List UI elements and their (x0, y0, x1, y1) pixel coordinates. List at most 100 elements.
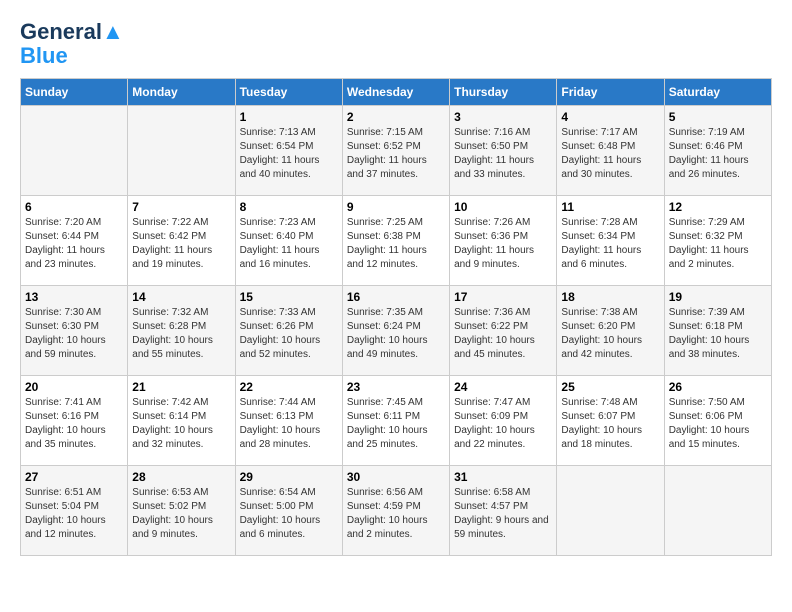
calendar-cell (128, 106, 235, 196)
calendar-week-4: 20 Sunrise: 7:41 AM Sunset: 6:16 PM Dayli… (21, 376, 772, 466)
day-info: Sunrise: 7:48 AM Sunset: 6:07 PM Dayligh… (561, 396, 659, 452)
day-info: Sunrise: 7:22 AM Sunset: 6:42 PM Dayligh… (132, 216, 230, 272)
day-number: 26 (669, 380, 767, 394)
day-number: 21 (132, 380, 230, 394)
calendar-cell: 1 Sunrise: 7:13 AM Sunset: 6:54 PM Daylig… (235, 106, 342, 196)
day-header-monday: Monday (128, 79, 235, 106)
day-number: 11 (561, 200, 659, 214)
day-number: 6 (25, 200, 123, 214)
day-header-tuesday: Tuesday (235, 79, 342, 106)
day-info: Sunrise: 7:26 AM Sunset: 6:36 PM Dayligh… (454, 216, 552, 272)
calendar-cell: 26 Sunrise: 7:50 AM Sunset: 6:06 PM Dayli… (664, 376, 771, 466)
day-number: 30 (347, 470, 445, 484)
calendar-cell: 16Sunrise: 7:35 AM Sunset: 6:24 PM Dayli… (342, 286, 449, 376)
day-number: 20 (25, 380, 123, 394)
day-info: Sunrise: 7:50 AM Sunset: 6:06 PM Dayligh… (669, 396, 767, 452)
calendar-cell: 30 Sunrise: 6:56 AM Sunset: 4:59 PM Dayli… (342, 466, 449, 556)
day-number: 1 (240, 110, 338, 124)
day-header-sunday: Sunday (21, 79, 128, 106)
day-number: 13 (25, 290, 123, 304)
calendar-cell (664, 466, 771, 556)
calendar-cell: 15Sunrise: 7:33 AM Sunset: 6:26 PM Dayli… (235, 286, 342, 376)
day-header-wednesday: Wednesday (342, 79, 449, 106)
calendar-cell: 22Sunrise: 7:44 AM Sunset: 6:13 PM Dayli… (235, 376, 342, 466)
calendar-cell: 7Sunrise: 7:22 AM Sunset: 6:42 PM Daylig… (128, 196, 235, 286)
day-number: 10 (454, 200, 552, 214)
day-info: Sunrise: 6:53 AM Sunset: 5:02 PM Dayligh… (132, 486, 230, 542)
logo-blue: Blue (20, 44, 68, 68)
day-info: Sunrise: 7:44 AM Sunset: 6:13 PM Dayligh… (240, 396, 338, 452)
calendar-cell: 10 Sunrise: 7:26 AM Sunset: 6:36 PM Dayli… (450, 196, 557, 286)
calendar-cell: 12Sunrise: 7:29 AM Sunset: 6:32 PM Dayli… (664, 196, 771, 286)
day-number: 16 (347, 290, 445, 304)
day-info: Sunrise: 7:29 AM Sunset: 6:32 PM Dayligh… (669, 216, 767, 272)
day-info: Sunrise: 7:28 AM Sunset: 6:34 PM Dayligh… (561, 216, 659, 272)
day-info: Sunrise: 7:47 AM Sunset: 6:09 PM Dayligh… (454, 396, 552, 452)
calendar-cell: 6 Sunrise: 7:20 AM Sunset: 6:44 PM Daylig… (21, 196, 128, 286)
calendar-cell: 25 Sunrise: 7:48 AM Sunset: 6:07 PM Dayli… (557, 376, 664, 466)
day-info: Sunrise: 7:39 AM Sunset: 6:18 PM Dayligh… (669, 306, 767, 362)
day-number: 2 (347, 110, 445, 124)
calendar-cell (557, 466, 664, 556)
day-number: 23 (347, 380, 445, 394)
day-info: Sunrise: 7:23 AM Sunset: 6:40 PM Dayligh… (240, 216, 338, 272)
day-info: Sunrise: 6:58 AM Sunset: 4:57 PM Dayligh… (454, 486, 552, 542)
day-number: 14 (132, 290, 230, 304)
day-header-saturday: Saturday (664, 79, 771, 106)
day-info: Sunrise: 7:42 AM Sunset: 6:14 PM Dayligh… (132, 396, 230, 452)
calendar-cell: 19Sunrise: 7:39 AM Sunset: 6:18 PM Dayli… (664, 286, 771, 376)
day-number: 18 (561, 290, 659, 304)
calendar-cell: 11 Sunrise: 7:28 AM Sunset: 6:34 PM Dayli… (557, 196, 664, 286)
page-header: General▲ Blue (20, 20, 772, 68)
day-info: Sunrise: 7:30 AM Sunset: 6:30 PM Dayligh… (25, 306, 123, 362)
calendar-cell: 20 Sunrise: 7:41 AM Sunset: 6:16 PM Dayli… (21, 376, 128, 466)
calendar-table: SundayMondayTuesdayWednesdayThursdayFrid… (20, 78, 772, 556)
calendar-header-row: SundayMondayTuesdayWednesdayThursdayFrid… (21, 79, 772, 106)
day-number: 15 (240, 290, 338, 304)
day-number: 24 (454, 380, 552, 394)
day-number: 3 (454, 110, 552, 124)
calendar-cell: 29 Sunrise: 6:54 AM Sunset: 5:00 PM Dayli… (235, 466, 342, 556)
day-info: Sunrise: 7:19 AM Sunset: 6:46 PM Dayligh… (669, 126, 767, 182)
day-info: Sunrise: 6:51 AM Sunset: 5:04 PM Dayligh… (25, 486, 123, 542)
day-number: 8 (240, 200, 338, 214)
day-number: 25 (561, 380, 659, 394)
day-info: Sunrise: 7:13 AM Sunset: 6:54 PM Dayligh… (240, 126, 338, 182)
calendar-cell: 13 Sunrise: 7:30 AM Sunset: 6:30 PM Dayli… (21, 286, 128, 376)
day-number: 4 (561, 110, 659, 124)
calendar-cell: 2 Sunrise: 7:15 AM Sunset: 6:52 PM Daylig… (342, 106, 449, 196)
day-header-friday: Friday (557, 79, 664, 106)
calendar-week-3: 13 Sunrise: 7:30 AM Sunset: 6:30 PM Dayli… (21, 286, 772, 376)
day-number: 31 (454, 470, 552, 484)
calendar-cell: 5Sunrise: 7:19 AM Sunset: 6:46 PM Daylig… (664, 106, 771, 196)
day-info: Sunrise: 7:16 AM Sunset: 6:50 PM Dayligh… (454, 126, 552, 182)
day-number: 28 (132, 470, 230, 484)
logo: General▲ Blue (20, 20, 124, 68)
day-number: 27 (25, 470, 123, 484)
calendar-cell: 23 Sunrise: 7:45 AM Sunset: 6:11 PM Dayli… (342, 376, 449, 466)
day-info: Sunrise: 6:54 AM Sunset: 5:00 PM Dayligh… (240, 486, 338, 542)
day-number: 29 (240, 470, 338, 484)
calendar-week-2: 6 Sunrise: 7:20 AM Sunset: 6:44 PM Daylig… (21, 196, 772, 286)
day-info: Sunrise: 6:56 AM Sunset: 4:59 PM Dayligh… (347, 486, 445, 542)
day-info: Sunrise: 7:20 AM Sunset: 6:44 PM Dayligh… (25, 216, 123, 272)
day-info: Sunrise: 7:38 AM Sunset: 6:20 PM Dayligh… (561, 306, 659, 362)
calendar-cell: 24 Sunrise: 7:47 AM Sunset: 6:09 PM Dayli… (450, 376, 557, 466)
calendar-cell: 31 Sunrise: 6:58 AM Sunset: 4:57 PM Dayli… (450, 466, 557, 556)
calendar-cell: 8 Sunrise: 7:23 AM Sunset: 6:40 PM Daylig… (235, 196, 342, 286)
day-info: Sunrise: 7:41 AM Sunset: 6:16 PM Dayligh… (25, 396, 123, 452)
calendar-cell (21, 106, 128, 196)
calendar-cell: 27 Sunrise: 6:51 AM Sunset: 5:04 PM Dayli… (21, 466, 128, 556)
day-info: Sunrise: 7:15 AM Sunset: 6:52 PM Dayligh… (347, 126, 445, 182)
day-header-thursday: Thursday (450, 79, 557, 106)
calendar-cell: 21 Sunrise: 7:42 AM Sunset: 6:14 PM Dayli… (128, 376, 235, 466)
calendar-week-5: 27 Sunrise: 6:51 AM Sunset: 5:04 PM Dayli… (21, 466, 772, 556)
logo-text: General▲ (20, 20, 124, 44)
calendar-cell: 18 Sunrise: 7:38 AM Sunset: 6:20 PM Dayli… (557, 286, 664, 376)
day-info: Sunrise: 7:45 AM Sunset: 6:11 PM Dayligh… (347, 396, 445, 452)
calendar-cell: 14Sunrise: 7:32 AM Sunset: 6:28 PM Dayli… (128, 286, 235, 376)
day-info: Sunrise: 7:36 AM Sunset: 6:22 PM Dayligh… (454, 306, 552, 362)
calendar-cell: 17Sunrise: 7:36 AM Sunset: 6:22 PM Dayli… (450, 286, 557, 376)
calendar-cell: 9Sunrise: 7:25 AM Sunset: 6:38 PM Daylig… (342, 196, 449, 286)
day-info: Sunrise: 7:25 AM Sunset: 6:38 PM Dayligh… (347, 216, 445, 272)
